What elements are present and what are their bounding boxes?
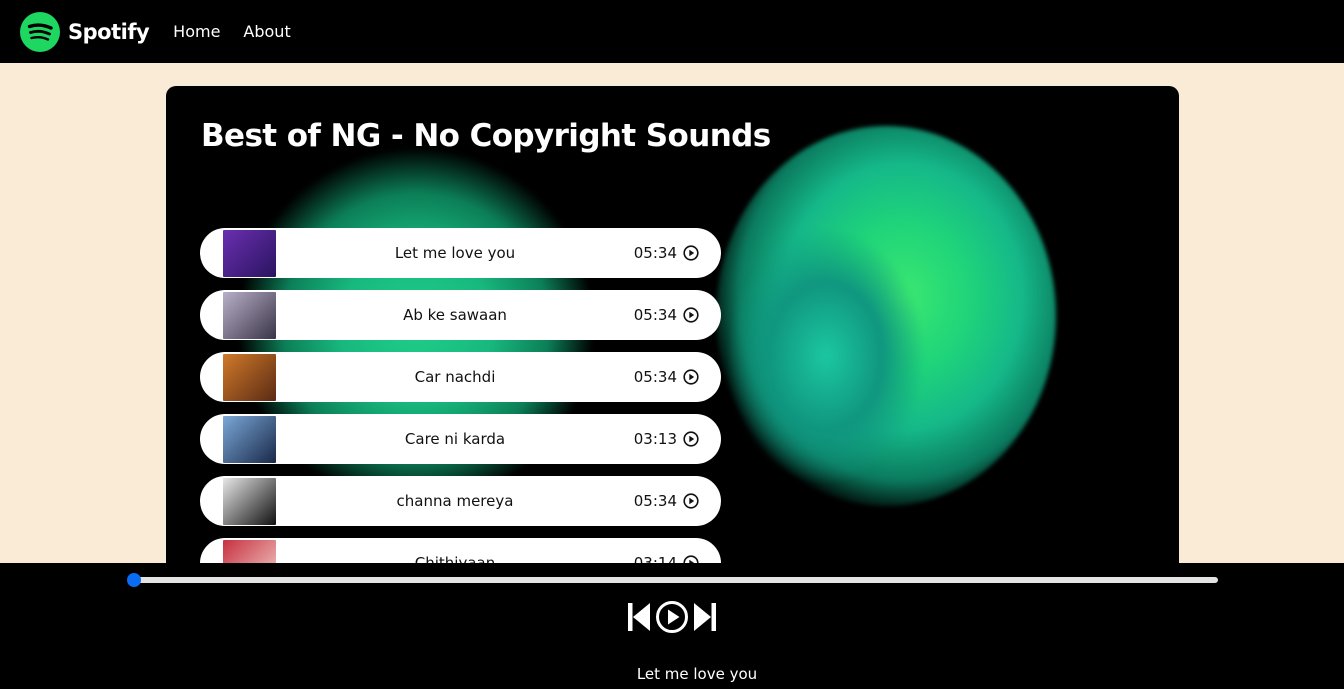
song-item[interactable]: Let me love you 05:34	[200, 228, 721, 278]
play-circle-icon[interactable]	[683, 369, 699, 385]
background-splash-image	[726, 226, 926, 486]
play-circle-icon[interactable]	[683, 307, 699, 323]
skip-next-icon[interactable]	[693, 602, 717, 632]
navbar: Spotify Home About	[0, 0, 1344, 63]
progress-slider-thumb[interactable]	[127, 573, 141, 587]
song-title: Care ni karda	[404, 430, 506, 448]
song-title: channa mereya	[396, 492, 514, 510]
play-circle-icon[interactable]	[683, 431, 699, 447]
progress-slider[interactable]	[133, 577, 1218, 583]
song-cover-image	[223, 353, 276, 401]
song-list: Let me love you 05:34 Ab ke sawaan 05:34…	[200, 228, 721, 600]
song-cover-image	[223, 415, 276, 463]
song-duration: 05:34	[633, 492, 677, 510]
nav-link-home[interactable]: Home	[173, 22, 220, 41]
song-cover-image	[223, 291, 276, 339]
spotify-logo-icon	[20, 11, 60, 52]
song-item[interactable]: Care ni karda 03:13	[200, 414, 721, 464]
song-cover-image	[223, 229, 276, 277]
song-title: Let me love you	[394, 244, 516, 262]
playback-controls	[627, 600, 717, 634]
song-duration: 05:34	[633, 368, 677, 386]
song-title: Car nachdi	[414, 368, 496, 386]
song-title: Ab ke sawaan	[403, 306, 507, 324]
song-cover-image	[223, 477, 276, 525]
play-circle-icon[interactable]	[683, 493, 699, 509]
skip-previous-icon[interactable]	[627, 602, 651, 632]
now-playing-title: Let me love you	[636, 665, 758, 683]
song-item[interactable]: Ab ke sawaan 05:34	[200, 290, 721, 340]
play-circle-icon[interactable]	[683, 245, 699, 261]
song-duration: 05:34	[633, 244, 677, 262]
player-bar: Let me love you	[0, 563, 1344, 689]
song-item[interactable]: channa mereya 05:34	[200, 476, 721, 526]
play-circle-icon[interactable]	[655, 600, 689, 634]
nav-link-about[interactable]: About	[243, 22, 290, 41]
song-duration: 05:34	[633, 306, 677, 324]
playlist-title: Best of NG - No Copyright Sounds	[201, 118, 771, 154]
brand-name: Spotify	[68, 19, 150, 44]
song-duration: 03:13	[633, 430, 677, 448]
brand-logo[interactable]: Spotify	[20, 11, 150, 52]
song-item[interactable]: Car nachdi 05:34	[200, 352, 721, 402]
playlist-container: Best of NG - No Copyright Sounds Let me …	[166, 86, 1179, 606]
